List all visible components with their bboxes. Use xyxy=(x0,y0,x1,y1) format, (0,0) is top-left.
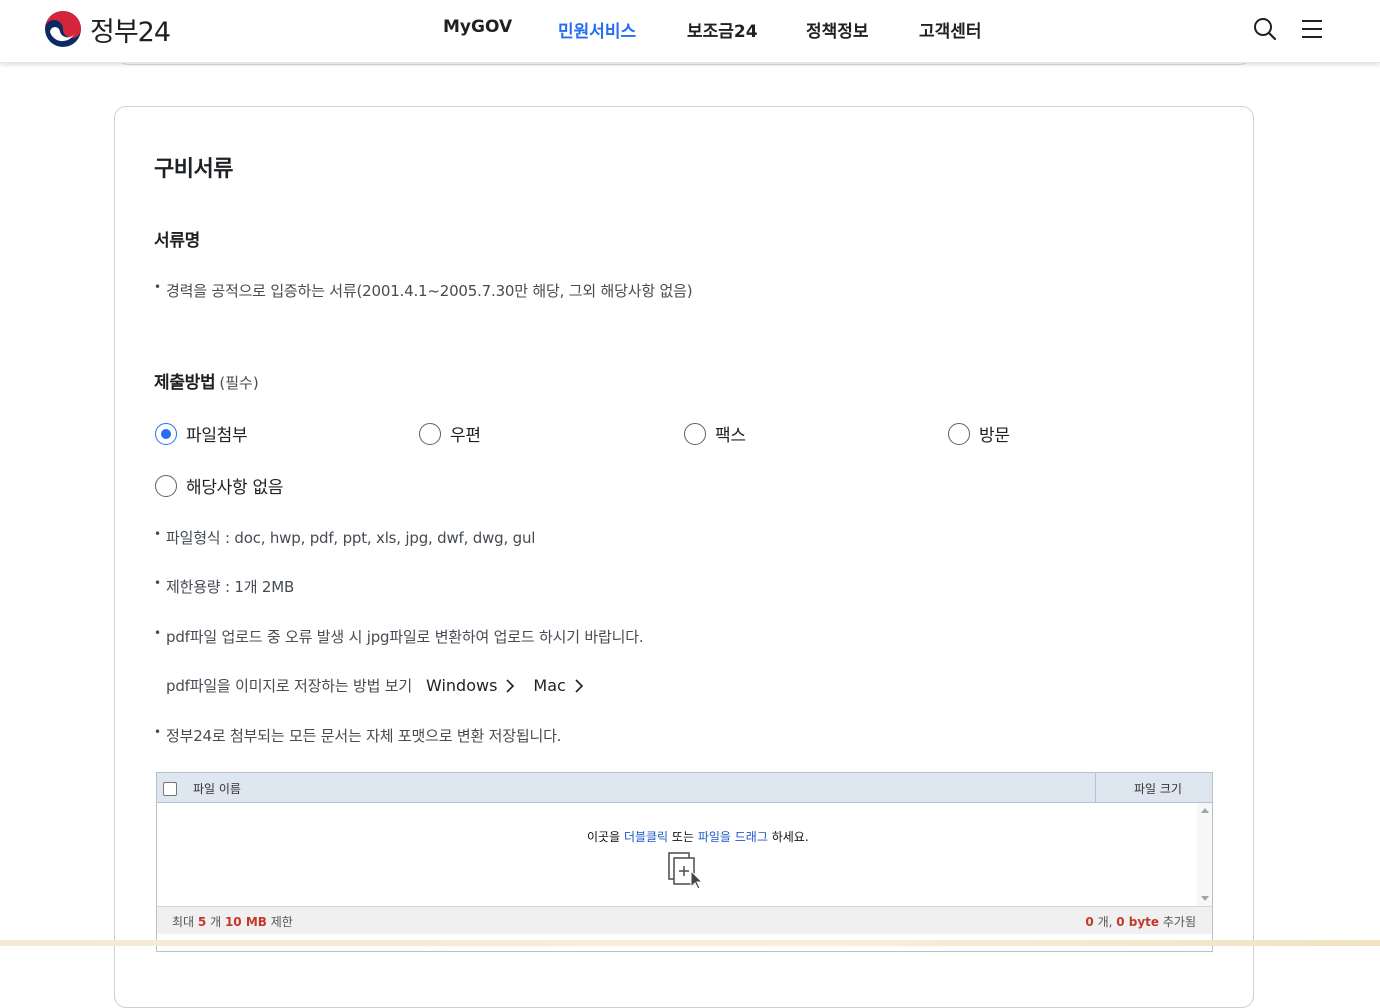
max-file-count: 5 xyxy=(197,915,207,929)
drop-zone-scrollbar[interactable] xyxy=(1197,803,1212,906)
added-file-count: 0 xyxy=(1085,915,1094,929)
uploader-header: 파일 이름 파일 크기 xyxy=(157,773,1212,803)
mac-link-label: Mac xyxy=(533,676,566,695)
scroll-up-arrow-icon[interactable] xyxy=(1201,808,1209,813)
taegeuk-logo-icon xyxy=(45,11,81,47)
pdf-howto-row: pdf파일을 이미지로 저장하는 방법 보기 Windows Mac xyxy=(166,675,584,696)
search-icon[interactable] xyxy=(1252,16,1278,42)
added-mid: 개, xyxy=(1093,915,1117,929)
section-title: 구비서류 xyxy=(154,157,233,182)
column-file-size: 파일 크기 xyxy=(1134,782,1182,796)
radio-file-attach[interactable] xyxy=(155,422,177,445)
radio-label: 해당사항 없음 xyxy=(186,478,284,498)
radio-not-applicable[interactable] xyxy=(155,474,177,497)
nav-mygov[interactable]: MyGOV xyxy=(443,17,512,37)
drop-zone[interactable]: 이곳을 더블클릭 또는 파일을 드래그 하세요. xyxy=(157,803,1197,906)
site-header: 정부24 MyGOV 민원서비스 보조금24 정책정보 고객센터 xyxy=(0,0,1380,63)
mac-guide-link[interactable]: Mac xyxy=(533,676,583,695)
method-option-file[interactable]: 파일첨부 xyxy=(155,421,248,446)
radio-label: 팩스 xyxy=(715,426,746,446)
radio-mail[interactable] xyxy=(419,422,441,445)
hint-text: 이곳을 xyxy=(587,830,624,844)
uploader-footer: 최대 5 개 10 MB 제한 0 개, 0 byte 추가됨 xyxy=(157,906,1212,934)
note-pdf-error: pdf파일 업로드 중 오류 발생 시 jpg파일로 변환하여 업로드 하시기 … xyxy=(154,626,644,647)
nav-customer-center[interactable]: 고객센터 xyxy=(919,17,982,42)
hint-double-click: 더블클릭 xyxy=(623,830,669,844)
method-option-fax[interactable]: 팩스 xyxy=(684,421,746,446)
limit-prefix: 최대 xyxy=(172,915,198,929)
doc-name-item: 경력을 공적으로 입증하는 서류(2001.4.1~2005.7.30만 해당,… xyxy=(154,280,693,301)
max-file-size: 10 MB xyxy=(224,915,267,929)
limit-mid: 개 xyxy=(206,915,225,929)
nav-civil-service[interactable]: 민원서비스 xyxy=(558,17,636,42)
method-option-visit[interactable]: 방문 xyxy=(948,421,1010,446)
radio-label: 파일첨부 xyxy=(186,426,248,446)
select-all-checkbox[interactable] xyxy=(163,782,177,796)
submit-method-heading: 제출방법 (필수) xyxy=(154,368,259,393)
nav-subsidy24[interactable]: 보조금24 xyxy=(687,17,758,42)
note-convert: 정부24로 첨부되는 모든 문서는 자체 포맷으로 변환 저장됩니다. xyxy=(154,725,561,746)
pdf-howto-text: pdf파일을 이미지로 저장하는 방법 보기 xyxy=(166,677,412,695)
hint-drag: 파일을 드래그 xyxy=(697,830,768,844)
upload-added-text: 0 개, 0 byte 추가됨 xyxy=(1085,913,1196,930)
hint-text: 하세요. xyxy=(767,830,809,844)
chevron-right-icon xyxy=(575,678,583,693)
column-divider xyxy=(1095,773,1096,802)
upload-limit-text: 최대 5 개 10 MB 제한 xyxy=(172,913,293,930)
scroll-down-arrow-icon[interactable] xyxy=(1201,896,1209,901)
doc-name-heading: 서류명 xyxy=(154,231,201,251)
radio-label: 방문 xyxy=(979,426,1010,446)
column-file-name: 파일 이름 xyxy=(193,782,241,796)
limit-suffix: 제한 xyxy=(266,915,293,929)
radio-label: 우편 xyxy=(450,426,481,446)
windows-guide-link[interactable]: Windows xyxy=(426,676,515,695)
file-uploader[interactable]: 파일 이름 파일 크기 이곳을 더블클릭 또는 파일을 드래그 하세요. 최대 … xyxy=(156,772,1213,952)
method-option-none[interactable]: 해당사항 없음 xyxy=(155,473,283,498)
site-logo[interactable]: 정부24 xyxy=(44,10,171,48)
drop-zone-hint: 이곳을 더블클릭 또는 파일을 드래그 하세요. xyxy=(587,828,809,845)
menu-icon[interactable] xyxy=(1300,16,1326,42)
note-file-types: 파일형식 : doc, hwp, pdf, ppt, xls, jpg, dwf… xyxy=(154,527,535,548)
chevron-right-icon xyxy=(506,678,515,693)
nav-policy-info[interactable]: 정책정보 xyxy=(806,17,869,42)
required-mark: (필수) xyxy=(219,374,259,392)
note-size-limit: 제한용량 : 1개 2MB xyxy=(154,576,294,597)
added-suffix: 추가됨 xyxy=(1159,915,1196,929)
add-file-icon xyxy=(668,852,704,890)
site-logo-text: 정부24 xyxy=(90,16,171,48)
radio-fax[interactable] xyxy=(684,422,706,445)
method-option-mail[interactable]: 우편 xyxy=(419,421,481,446)
submit-method-label: 제출방법 xyxy=(154,373,216,393)
windows-link-label: Windows xyxy=(426,676,498,695)
radio-visit[interactable] xyxy=(948,422,970,445)
added-file-size: 0 byte xyxy=(1116,915,1160,929)
hint-text: 또는 xyxy=(668,830,698,844)
bottom-edge-strip xyxy=(0,940,1380,946)
